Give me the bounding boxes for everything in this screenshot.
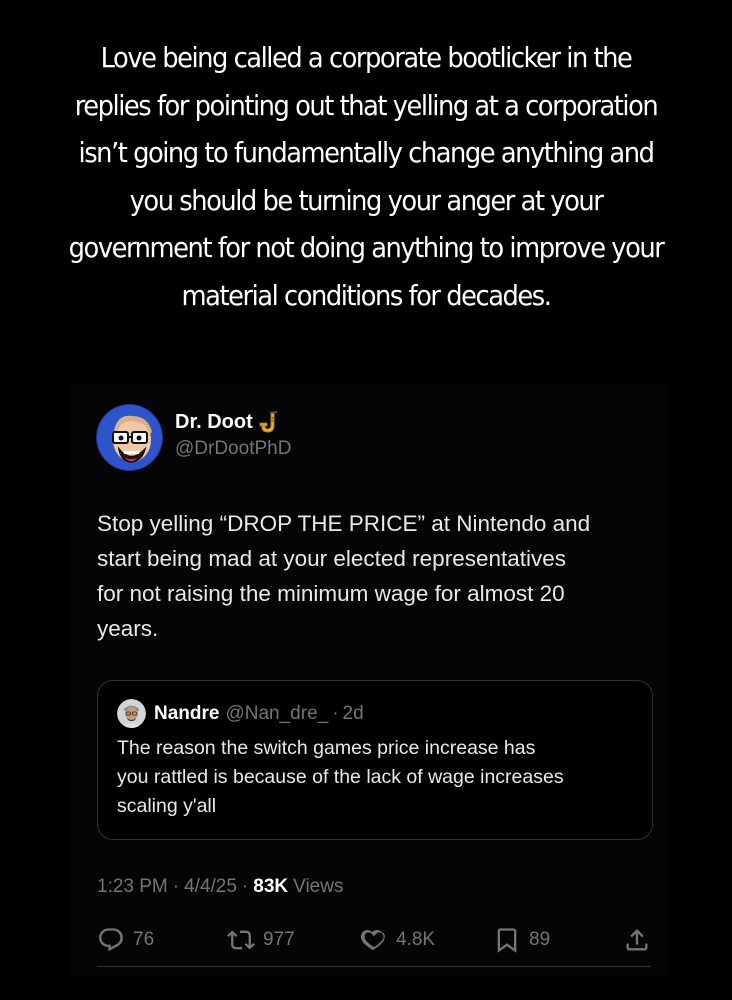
author-avatar[interactable] (96, 404, 163, 471)
meta-separator: · (241, 876, 249, 897)
like-button[interactable]: 4.8K (360, 924, 435, 956)
share-icon (626, 929, 648, 951)
tweet-card: Dr. Doot @DrDootPhD Stop yelling “DROP T… (70, 384, 668, 976)
tweet-text-line: Stop yelling “DROP THE PRICE” at Nintend… (97, 511, 591, 536)
caption-line: replies for pointing out that yelling at… (74, 88, 659, 122)
tweet-text-line: start being mad at your elected represen… (97, 546, 567, 571)
caption-line: isn’t going to fundamentally change anyt… (78, 136, 655, 169)
bookmark-count: 89 (529, 929, 551, 950)
tweet-text-line: for not raising the minimum wage for alm… (97, 581, 565, 606)
quoted-text-line: scaling y'all (117, 795, 217, 817)
author-display-name[interactable]: Dr. Doot (175, 410, 291, 434)
caption-line: material conditions for decades. (181, 278, 552, 312)
caption-text: Love being called a corporate bootlicker… (57, 34, 675, 319)
quoted-timestamp[interactable]: 2d (343, 703, 364, 725)
repost-count: 977 (263, 929, 295, 950)
tweet-meta: 1:23 PM · 4/4/25 · 83K Views (97, 876, 343, 898)
caption-line: Love being called a corporate bootlicker… (100, 41, 633, 74)
tweet-time[interactable]: 1:23 PM (97, 876, 168, 898)
quoted-separator-dot: · (332, 702, 339, 724)
quoted-text-line: The reason the switch games price increa… (117, 737, 536, 759)
tweet-body: Stop yelling “DROP THE PRICE” at Nintend… (97, 506, 657, 646)
reply-button[interactable]: 76 (97, 924, 154, 956)
quoted-tweet-body: The reason the switch games price increa… (117, 734, 637, 821)
quoted-author-handle[interactable]: @Nan_dre_ (225, 703, 328, 725)
heart-icon (360, 930, 385, 951)
quoted-author-avatar[interactable] (117, 699, 146, 728)
like-count: 4.8K (396, 929, 436, 950)
share-button[interactable] (623, 924, 659, 956)
author-handle[interactable]: @DrDootPhD (175, 436, 291, 462)
actions-divider (97, 966, 651, 967)
quoted-author-name[interactable]: Nandre (154, 703, 219, 725)
quoted-tweet-header: Nandre @Nan_dre_ · 2d (117, 699, 364, 728)
quoted-tweet[interactable]: Nandre @Nan_dre_ · 2d The reason the swi… (97, 680, 653, 840)
reply-count: 76 (133, 929, 155, 950)
saxophone-icon (258, 410, 280, 434)
bookmark-button[interactable]: 89 (493, 924, 550, 956)
caption-line: government for not doing anything to imp… (68, 231, 665, 264)
author-name-text: Dr. Doot (175, 411, 253, 433)
views-count[interactable]: 83K (253, 876, 288, 898)
meta-separator: · (172, 876, 180, 897)
repost-icon (227, 930, 255, 950)
person-photo-avatar-icon (117, 699, 146, 728)
quoted-text-line: you rattled is because of the lack of wa… (117, 766, 564, 788)
cartoon-face-avatar-icon (96, 404, 163, 471)
caption-line: you should be turning your anger at your (129, 183, 604, 217)
bookmark-icon (497, 928, 517, 953)
author-info: Dr. Doot @DrDootPhD (175, 410, 291, 462)
views-label: Views (293, 876, 344, 897)
tweet-actions-bar: 76 977 4.8K 89 (97, 924, 657, 956)
reply-icon (99, 928, 123, 952)
repost-button[interactable]: 977 (227, 924, 295, 956)
tweet-text-line: years. (97, 616, 159, 641)
tweet-date[interactable]: 4/4/25 (184, 876, 237, 898)
